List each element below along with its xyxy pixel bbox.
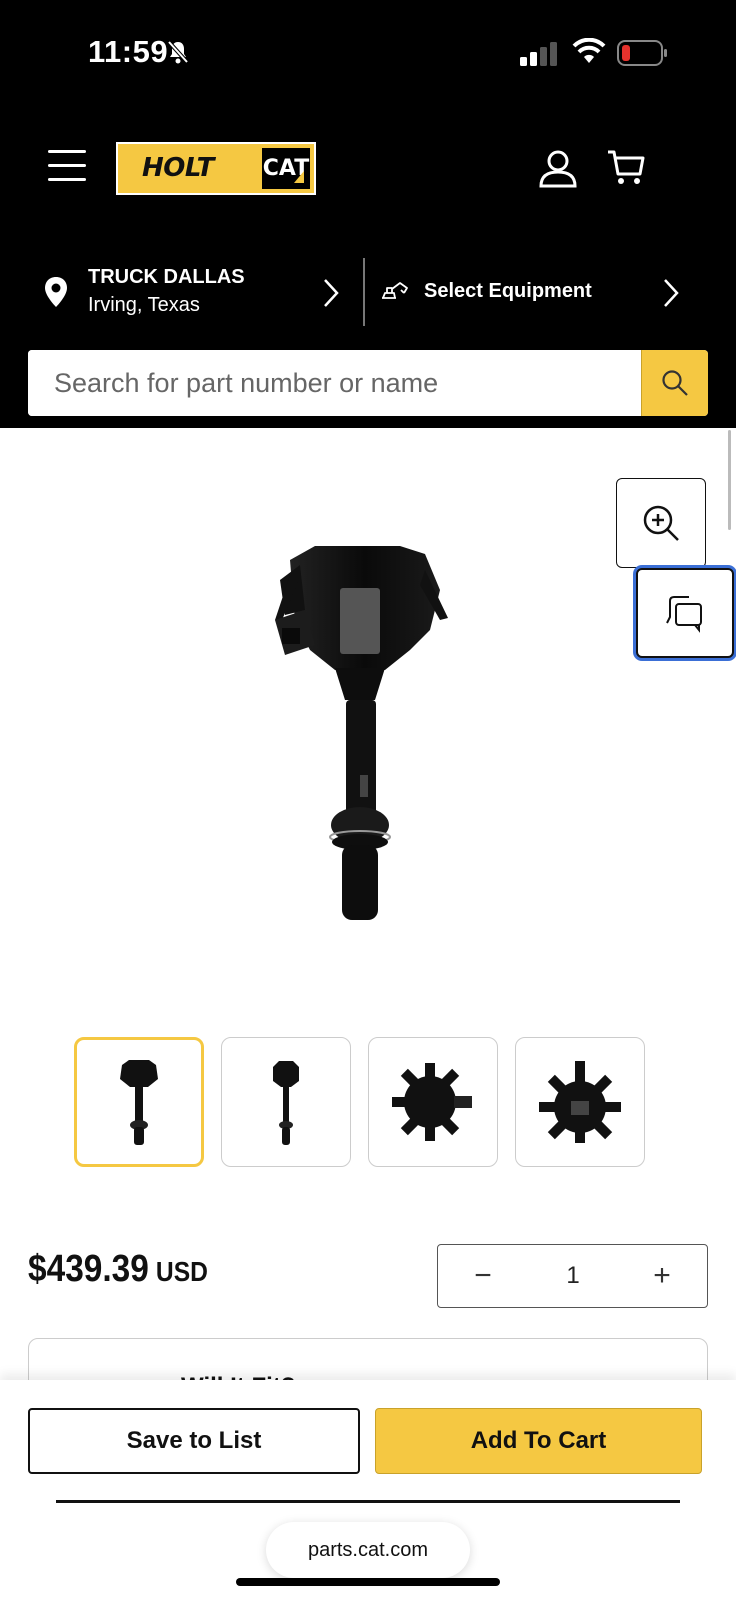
save-to-list-button[interactable]: Save to List (28, 1408, 360, 1474)
menu-icon[interactable] (48, 150, 86, 182)
excavator-icon (380, 280, 410, 307)
compare-icon (666, 596, 702, 633)
divider (56, 1500, 680, 1503)
thumbnail-3[interactable] (368, 1037, 498, 1167)
price-currency: USD (155, 1256, 208, 1287)
user-icon[interactable] (538, 148, 578, 193)
home-indicator[interactable] (236, 1578, 500, 1586)
zoom-button[interactable] (616, 478, 706, 568)
location-pin-icon (44, 276, 68, 313)
product-image[interactable] (260, 540, 470, 945)
search-bar (28, 350, 708, 416)
status-time: 11:59 (88, 34, 169, 69)
product-price: $439.39 USD (28, 1248, 208, 1290)
logo-badge: CAT (262, 148, 310, 189)
cart-icon[interactable] (606, 148, 646, 193)
browser-url-bar[interactable]: parts.cat.com (266, 1522, 470, 1578)
wifi-icon (572, 37, 606, 69)
search-button[interactable] (641, 350, 708, 416)
search-input[interactable] (28, 350, 641, 416)
quantity-stepper: − 1 + (437, 1244, 708, 1308)
bell-slash-icon (166, 40, 190, 71)
thumbnail-4[interactable] (515, 1037, 645, 1167)
store-name[interactable]: TRUCK DALLAS (88, 266, 245, 289)
store-city[interactable]: Irving, Texas (88, 294, 200, 317)
chevron-right-icon[interactable] (322, 278, 340, 313)
battery-icon (617, 40, 669, 71)
scrollbar[interactable] (728, 430, 731, 530)
quantity-value[interactable]: 1 (548, 1245, 598, 1307)
chevron-right-icon[interactable] (662, 278, 680, 313)
compare-button[interactable] (636, 568, 734, 658)
divider (363, 258, 365, 326)
thumbnail-2[interactable] (221, 1037, 351, 1167)
signal-icon (520, 42, 560, 71)
logo-text: HOLT (142, 153, 214, 183)
add-to-cart-button[interactable]: Add To Cart (375, 1408, 702, 1474)
select-equipment-button[interactable]: Select Equipment (424, 280, 592, 303)
holt-cat-logo[interactable]: HOLT CAT (116, 142, 316, 195)
decrease-quantity-button[interactable]: − (458, 1245, 508, 1307)
increase-quantity-button[interactable]: + (637, 1245, 687, 1307)
search-icon (662, 370, 688, 396)
zoom-in-icon (643, 505, 679, 541)
thumbnail-1[interactable] (74, 1037, 204, 1167)
